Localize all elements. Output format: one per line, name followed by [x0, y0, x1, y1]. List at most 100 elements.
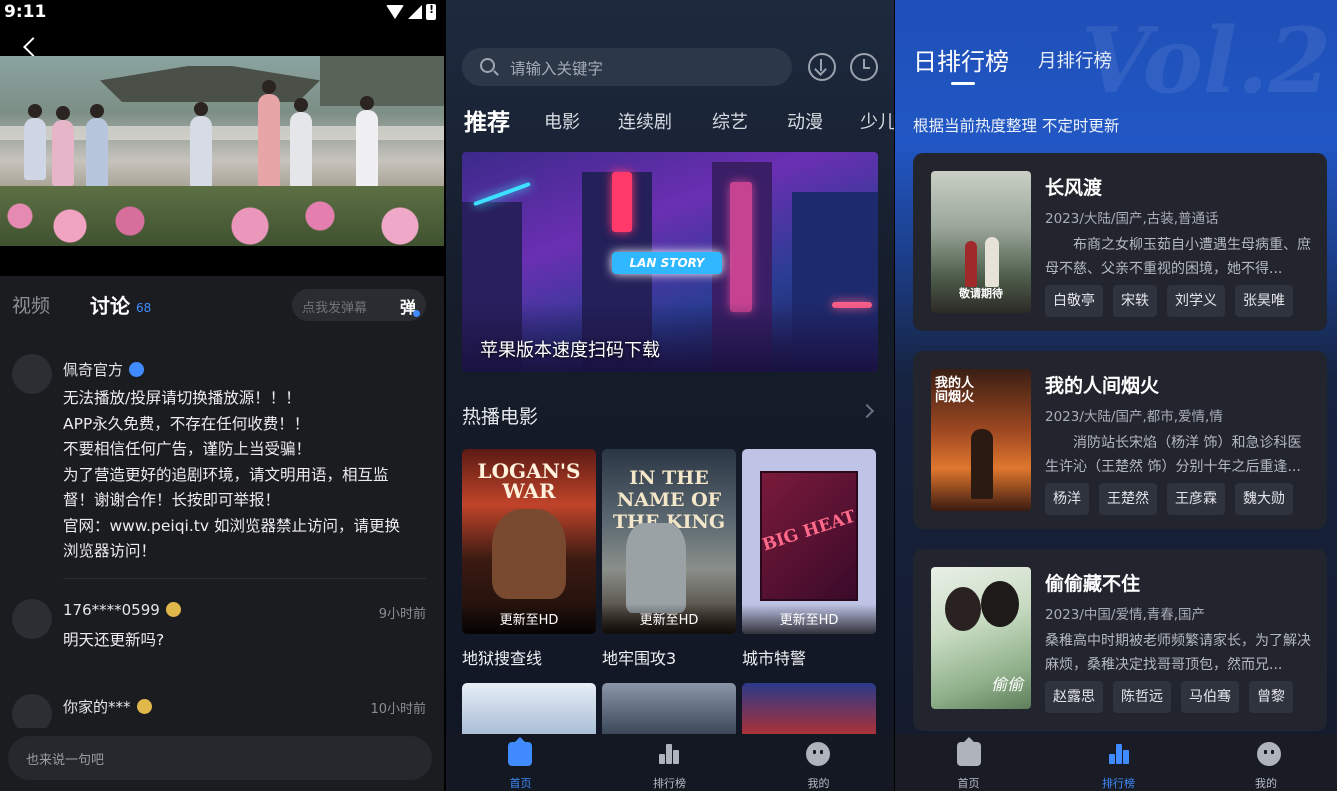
- tab-discussion[interactable]: 讨论: [90, 290, 130, 319]
- comment-input-bar: 也来说一句吧: [0, 728, 444, 791]
- rank-title: 我的人间烟火: [1045, 375, 1160, 397]
- cast-chip[interactable]: 陈哲远: [1113, 681, 1171, 713]
- discussion-screen: 9:11 视频 讨论 68 点我发弹幕 弹: [0, 0, 444, 791]
- movie-title[interactable]: 地牢围攻3: [602, 645, 676, 669]
- rank-card[interactable]: 敬请期待 长风渡 2023/大陆/国产,古装,普通话 布商之女柳玉茹自小遭遇生母…: [913, 153, 1327, 331]
- nav-label: 排行榜: [1102, 777, 1135, 790]
- cover-text: 敬请期待: [959, 287, 1003, 300]
- tab-variety[interactable]: 综艺: [712, 108, 748, 134]
- movie-title[interactable]: 城市特警: [742, 645, 806, 669]
- history-clock-icon[interactable]: [850, 53, 878, 81]
- bar-chart-icon: [1107, 742, 1131, 766]
- tab-monthly-rank[interactable]: 月排行榜: [1038, 47, 1112, 73]
- rank-meta: 2023/大陆/国产,都市,爱情,情: [1045, 409, 1223, 425]
- cast-chip[interactable]: 王楚然: [1099, 483, 1157, 515]
- tab-movie[interactable]: 电影: [544, 108, 580, 134]
- tab-daily-rank[interactable]: 日排行榜: [913, 42, 1009, 77]
- cast-chip[interactable]: 魏大勋: [1235, 483, 1293, 515]
- smiley-icon: [1257, 742, 1281, 766]
- cast-chip[interactable]: 白敬亭: [1045, 285, 1103, 317]
- tab-kids[interactable]: 少儿: [860, 108, 894, 134]
- movie-poster[interactable]: LOGAN'S WAR 更新至HD: [462, 449, 596, 634]
- comment-input[interactable]: 也来说一句吧: [8, 736, 432, 780]
- cast-chip[interactable]: 曾黎: [1249, 681, 1293, 713]
- rank-card[interactable]: 我的人间烟火 我的人间烟火 2023/大陆/国产,都市,爱情,情 消防站长宋焰（…: [913, 351, 1327, 529]
- rank-subtitle: 根据当前热度整理 不定时更新: [913, 117, 1120, 135]
- rank-card[interactable]: 偷偷 偷偷藏不住 2023/中国/爱情,青春,国产 桑稚高中时期被老师频繁请家长…: [913, 549, 1327, 731]
- avatar[interactable]: [12, 599, 52, 639]
- nav-home[interactable]: 首页: [446, 734, 595, 791]
- rank-cover[interactable]: 我的人间烟火: [931, 369, 1031, 511]
- banner-neon-sign: LAN STORY: [612, 252, 722, 274]
- nav-me[interactable]: 我的: [1195, 734, 1337, 791]
- cover-text: 我的人间烟火: [935, 376, 975, 405]
- comment-line: 不要相信任何广告，谨防上当受骗！: [63, 440, 312, 458]
- nav-label: 我的: [1255, 777, 1277, 790]
- comment-line: 为了营造更好的追剧环境，请文明用语，相互监: [63, 465, 389, 484]
- promo-banner[interactable]: LAN STORY 苹果版本速度扫码下载: [462, 152, 878, 372]
- nav-me[interactable]: 我的: [744, 734, 893, 791]
- home-icon: [508, 742, 532, 766]
- cast-chip[interactable]: 刘学义: [1167, 285, 1225, 317]
- category-tabs: 推荐 电影 连续剧 综艺 动漫 少儿: [446, 100, 894, 136]
- movie-poster[interactable]: BIG HEAT 更新至HD: [742, 449, 876, 634]
- rank-cover[interactable]: 敬请期待: [931, 171, 1031, 313]
- danmu-placeholder: 点我发弹幕: [302, 301, 368, 316]
- nav-ranking[interactable]: 排行榜: [1045, 734, 1192, 791]
- tab-recommend[interactable]: 推荐: [464, 103, 510, 137]
- status-time: 9:11: [4, 2, 47, 22]
- back-arrow-icon[interactable]: [23, 37, 43, 57]
- danmu-input[interactable]: 点我发弹幕 弹: [292, 289, 426, 321]
- home-icon: [957, 742, 981, 766]
- nav-label: 首页: [957, 777, 980, 790]
- avatar[interactable]: [12, 354, 52, 394]
- update-tag: 更新至HD: [639, 613, 699, 628]
- banner-caption: 苹果版本速度扫码下载: [480, 340, 660, 361]
- nav-label: 我的: [807, 777, 830, 790]
- comment-username: 176****0599: [63, 601, 160, 619]
- video-player[interactable]: [0, 26, 444, 276]
- smiley-icon: [806, 742, 830, 766]
- comment-line: 无法播放/投屏请切换播放源！！！: [63, 389, 301, 407]
- cast-list: 赵露思 陈哲远 马伯骞 曾黎: [1045, 681, 1293, 713]
- tab-video[interactable]: 视频: [12, 291, 50, 318]
- cast-chip[interactable]: 王彦霖: [1167, 483, 1225, 515]
- comment-line: APP永久免费，不存在任何收费！！: [63, 414, 310, 433]
- cast-chip[interactable]: 赵露思: [1045, 681, 1103, 713]
- battery-icon: [426, 3, 436, 20]
- rank-cover[interactable]: 偷偷: [931, 567, 1031, 709]
- background-art: Vol.2: [1081, 8, 1331, 114]
- nav-home[interactable]: 首页: [895, 734, 1042, 791]
- video-frame[interactable]: [0, 56, 444, 246]
- bottom-nav: 首页 排行榜 我的: [895, 734, 1337, 791]
- rank-meta: 2023/大陆/国产,古装,普通话: [1045, 211, 1219, 227]
- bottom-nav: 首页 排行榜 我的: [446, 734, 894, 791]
- danmu-toggle-button[interactable]: 弹: [400, 294, 421, 318]
- update-tag: 更新至HD: [499, 613, 559, 628]
- comment-username: 你家的***: [63, 698, 131, 716]
- tab-anime[interactable]: 动漫: [787, 108, 823, 134]
- cast-chip[interactable]: 杨洋: [1045, 483, 1089, 515]
- cast-chip[interactable]: 马伯骞: [1181, 681, 1239, 713]
- tab-series[interactable]: 连续剧: [618, 108, 672, 134]
- movie-poster[interactable]: IN THE NAME OF THE KING 更新至HD: [602, 449, 736, 634]
- search-placeholder: 请输入关键字: [510, 60, 604, 78]
- home-screen: 请输入关键字 推荐 电影 连续剧 综艺 动漫 少儿 LAN STORY 苹果版本…: [446, 0, 894, 791]
- cast-chip[interactable]: 张昊唯: [1235, 285, 1293, 317]
- verified-icon: [129, 362, 145, 377]
- comment-time: 9小时前: [378, 607, 426, 622]
- search-input[interactable]: 请输入关键字: [462, 48, 792, 86]
- cover-text: 偷偷: [991, 675, 1024, 694]
- cast-chip[interactable]: 宋轶: [1113, 285, 1157, 317]
- chevron-right-icon[interactable]: [859, 403, 875, 419]
- ranking-screen: Vol.2 日排行榜 月排行榜 根据当前热度整理 不定时更新 敬请期待 长风渡 …: [895, 0, 1337, 791]
- rank-description: 消防站长宋焰（杨洋 饰）和急诊科医生许沁（王楚然 饰）分别十年之后重逢...: [1045, 435, 1302, 475]
- rank-title: 长风渡: [1045, 177, 1103, 199]
- comment-body: 明天还更新吗?: [63, 628, 423, 654]
- comment-time: 10小时前: [370, 702, 426, 717]
- download-icon[interactable]: [808, 53, 836, 81]
- nav-ranking[interactable]: 排行榜: [595, 734, 744, 791]
- rank-description: 桑稚高中时期被老师频繁请家长，为了解决麻烦，桑稚决定找哥哥顶包，然而兄...: [1045, 633, 1311, 673]
- movie-title[interactable]: 地狱搜查线: [462, 645, 542, 669]
- comment-body: 无法播放/投屏请切换播放源！！！ APP永久免费，不存在任何收费！！ 不要相信任…: [63, 386, 423, 565]
